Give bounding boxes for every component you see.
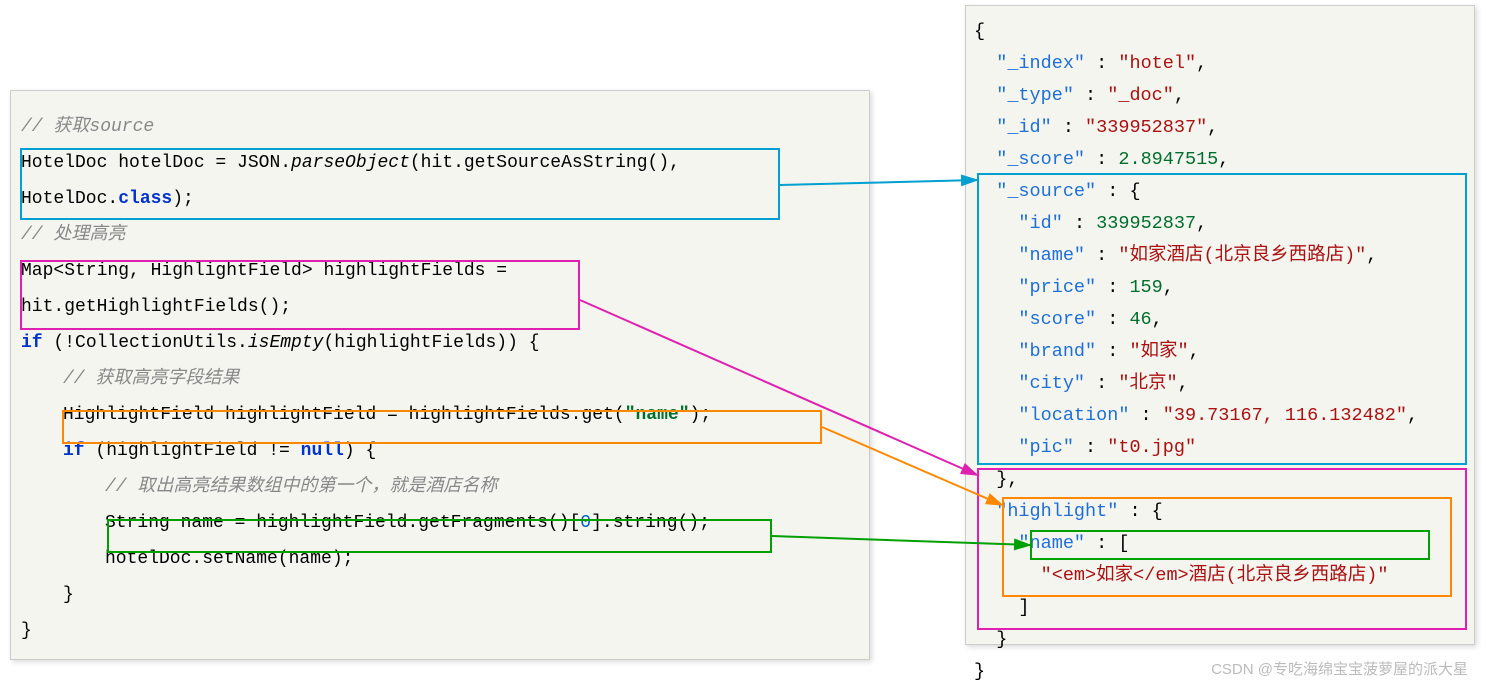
comment-highlight: // 处理高亮 bbox=[21, 225, 125, 245]
code: } bbox=[21, 621, 32, 641]
code: } bbox=[63, 585, 74, 605]
json-key: "_type" bbox=[996, 85, 1074, 106]
comment-get-field: // 获取高亮字段结果 bbox=[63, 369, 239, 389]
json: } bbox=[996, 629, 1007, 650]
comment-source: // 获取source bbox=[21, 117, 154, 137]
code: (highlightFields)) { bbox=[323, 333, 539, 353]
json: : bbox=[1085, 53, 1118, 74]
json-val: 2.8947515 bbox=[1118, 149, 1218, 170]
hl-box-highlightmap bbox=[20, 260, 580, 330]
comment-first-fragment: // 取出高亮结果数组中的第一个，就是酒店名称 bbox=[105, 477, 497, 497]
json: : bbox=[1074, 85, 1107, 106]
code: isEmpty bbox=[248, 333, 324, 353]
json: , bbox=[1218, 149, 1229, 170]
json-val: "hotel" bbox=[1118, 53, 1196, 74]
json: : bbox=[1052, 117, 1085, 138]
hl-box-getname bbox=[62, 410, 822, 444]
hl-box-fragments bbox=[107, 519, 772, 553]
json-key: "_score" bbox=[996, 149, 1085, 170]
json: { bbox=[974, 16, 1466, 48]
code: (highlightField != bbox=[85, 441, 301, 461]
hl-box-em-value bbox=[1030, 530, 1430, 560]
hl-box-source-java bbox=[20, 148, 780, 220]
json: , bbox=[1207, 117, 1218, 138]
keyword-if: if bbox=[63, 441, 85, 461]
watermark: CSDN @专吃海绵宝宝菠萝屋的派大星 bbox=[1211, 658, 1468, 679]
hl-box-source-json bbox=[977, 173, 1467, 465]
json-val: "_doc" bbox=[1107, 85, 1174, 106]
json-key: "_id" bbox=[996, 117, 1052, 138]
code: (!CollectionUtils. bbox=[43, 333, 248, 353]
json-val: "339952837" bbox=[1085, 117, 1207, 138]
json-key: "_index" bbox=[996, 53, 1085, 74]
json: , bbox=[1196, 53, 1207, 74]
json: : bbox=[1085, 149, 1118, 170]
keyword-null: null bbox=[301, 441, 344, 461]
code: ) { bbox=[344, 441, 376, 461]
keyword-if: if bbox=[21, 333, 43, 353]
json: , bbox=[1174, 85, 1185, 106]
